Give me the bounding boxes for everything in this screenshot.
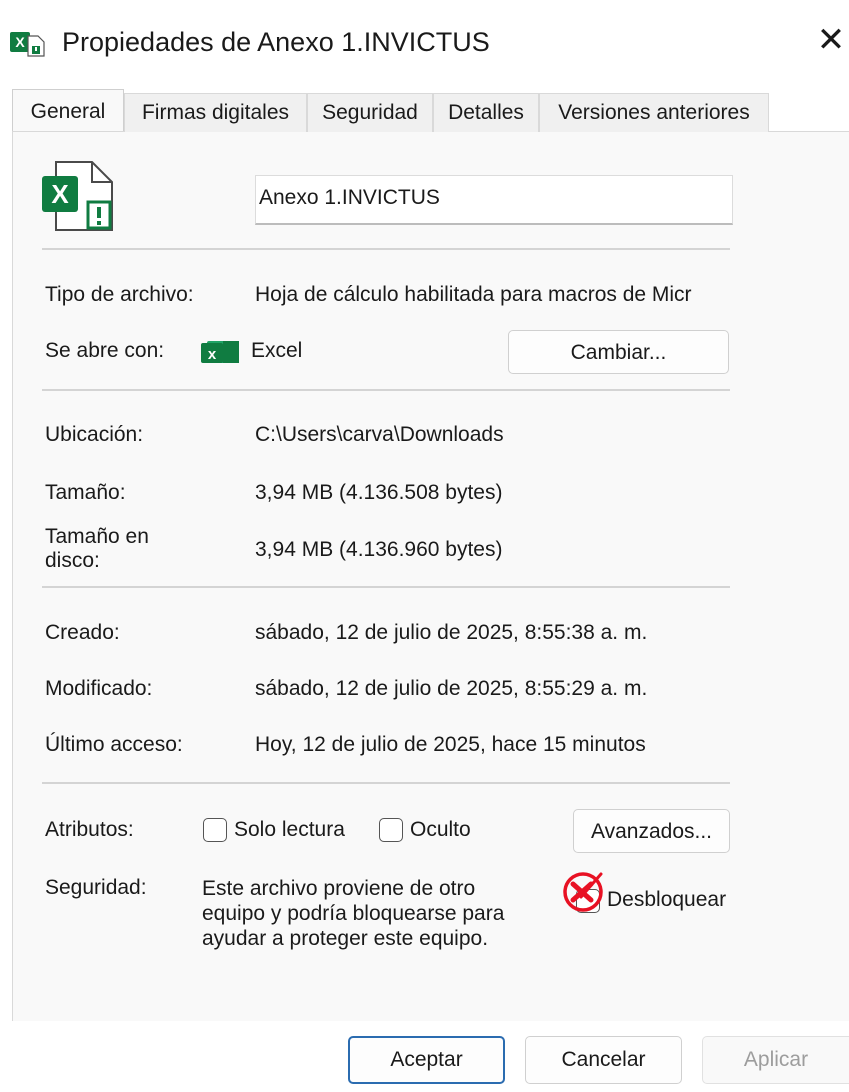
advanced-button[interactable]: Avanzados... [573, 809, 730, 853]
excel-blocked-file-icon: X [38, 160, 120, 234]
svg-text:X: X [51, 179, 69, 209]
excel-app-icon: x [201, 339, 241, 367]
location-label: Ubicación: [45, 423, 144, 446]
disk-size-label: Tamaño en disco: [45, 525, 149, 573]
tab-details[interactable]: Detalles [433, 93, 539, 132]
window-title: Propiedades de Anexo 1.INVICTUS [62, 27, 490, 57]
title-bar: X Propiedades de Anexo 1.INVICTUS ✕ [0, 0, 849, 85]
cancel-button[interactable]: Cancelar [525, 1036, 682, 1084]
tab-general[interactable]: General [12, 89, 124, 131]
created-label: Creado: [45, 621, 120, 644]
tab-previous-versions[interactable]: Versiones anteriores [539, 93, 769, 132]
separator [42, 782, 730, 784]
tab-security[interactable]: Seguridad [307, 93, 433, 132]
location-value: C:\Users\carva\Downloads [255, 423, 504, 446]
size-value: 3,94 MB (4.136.508 bytes) [255, 481, 503, 504]
hidden-label[interactable]: Oculto [410, 818, 471, 842]
security-message: Este archivo proviene de otro equipo y p… [202, 876, 504, 951]
svg-text:X: X [15, 34, 25, 50]
change-button[interactable]: Cambiar... [508, 330, 729, 374]
separator [42, 248, 730, 250]
security-label: Seguridad: [45, 876, 147, 899]
tab-strip: General Firmas digitales Seguridad Detal… [12, 89, 849, 132]
ok-button[interactable]: Aceptar [348, 1036, 505, 1084]
hidden-checkbox[interactable] [379, 818, 403, 842]
security-message-line-1: Este archivo proviene de otro [202, 877, 476, 900]
modified-label: Modificado: [45, 677, 153, 700]
svg-text:x: x [208, 346, 217, 363]
readonly-checkbox[interactable] [203, 818, 227, 842]
readonly-label[interactable]: Solo lectura [234, 818, 345, 842]
disk-size-label-line-1: Tamaño en [45, 525, 149, 548]
red-circle-x-icon [561, 870, 605, 914]
accessed-label: Último acceso: [45, 733, 183, 756]
size-label: Tamaño: [45, 481, 126, 504]
excel-file-icon: X [10, 30, 46, 58]
file-name-input[interactable]: Anexo 1.INVICTUS [255, 175, 733, 225]
apply-button[interactable]: Aplicar [702, 1036, 849, 1084]
opens-with-value: Excel [251, 339, 303, 362]
close-icon[interactable]: ✕ [813, 20, 849, 60]
created-value: sábado, 12 de julio de 2025, 8:55:38 a. … [255, 621, 648, 644]
security-message-line-2: equipo y podría bloquearse para [202, 902, 505, 925]
attributes-label: Atributos: [45, 818, 134, 841]
unblock-label[interactable]: Desbloquear [607, 888, 726, 912]
security-message-line-3: ayudar a proteger este equipo. [202, 927, 489, 950]
file-type-value: Hoja de cálculo habilitada para macros d… [255, 283, 692, 306]
opens-with-label: Se abre con: [45, 339, 165, 362]
accessed-value: Hoy, 12 de julio de 2025, hace 15 minuto… [255, 733, 646, 756]
file-type-label: Tipo de archivo: [45, 283, 194, 306]
disk-size-label-line-2: disco: [45, 549, 100, 572]
separator [42, 389, 730, 391]
separator [42, 586, 730, 588]
modified-value: sábado, 12 de julio de 2025, 8:55:29 a. … [255, 677, 648, 700]
disk-size-value: 3,94 MB (4.136.960 bytes) [255, 538, 503, 561]
tab-digital-signatures[interactable]: Firmas digitales [124, 93, 307, 132]
